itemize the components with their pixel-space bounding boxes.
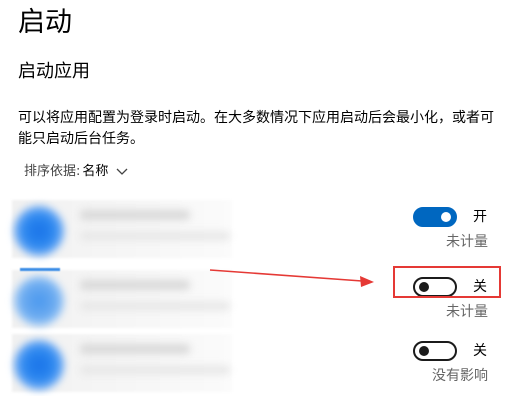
toggle-state-label: 关 xyxy=(473,343,487,359)
app-name-redacted xyxy=(80,344,190,354)
app-publisher-redacted xyxy=(80,232,230,240)
startup-toggle[interactable] xyxy=(413,341,457,361)
chevron-down-icon xyxy=(116,168,128,175)
section-description: 可以将应用配置为登录时启动。在大多数情况下应用启动后会最小化，或者可能只启动后台… xyxy=(18,110,494,147)
toggle-knob xyxy=(419,346,429,356)
startup-impact: 未计量 xyxy=(446,234,488,250)
app-publisher-redacted xyxy=(80,366,230,374)
app-icon xyxy=(14,206,64,256)
sort-label: 排序依据: xyxy=(24,164,81,179)
app-name-redacted xyxy=(80,210,190,220)
app-icon xyxy=(14,340,64,390)
section-title: 启动应用 xyxy=(18,61,90,82)
startup-app-row: 开 未计量 xyxy=(0,196,518,258)
app-accent-mark xyxy=(20,268,60,271)
toggle-knob xyxy=(441,212,451,222)
sort-value: 名称 xyxy=(82,164,109,179)
app-icon xyxy=(14,276,64,326)
startup-impact: 没有影响 xyxy=(432,368,488,384)
startup-toggle[interactable] xyxy=(413,207,457,227)
app-name-redacted xyxy=(80,280,190,290)
page-title: 启动 xyxy=(18,7,72,38)
startup-impact: 未计量 xyxy=(446,304,488,320)
toggle-state-label: 开 xyxy=(473,209,487,225)
highlight-box-annotation xyxy=(393,266,501,298)
startup-app-row: 关 没有影响 xyxy=(0,330,518,392)
app-publisher-redacted xyxy=(80,302,230,310)
sort-dropdown[interactable]: 排序依据: 名称 xyxy=(24,162,128,182)
